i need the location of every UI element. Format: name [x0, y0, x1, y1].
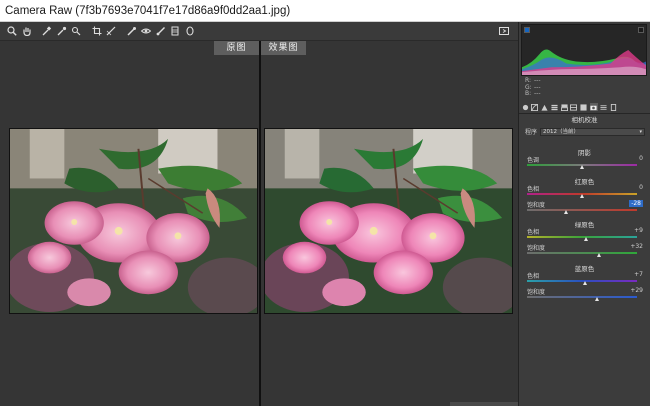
- split-toning-icon[interactable]: [560, 103, 568, 111]
- camera-calibration-icon[interactable]: [589, 103, 598, 111]
- after-photo: [264, 128, 513, 314]
- snapshots-icon[interactable]: [609, 103, 617, 111]
- slider-value[interactable]: +29: [630, 287, 643, 294]
- slider-value[interactable]: 0: [639, 155, 643, 162]
- process-row: 程序 2012（当前） ▾: [525, 127, 645, 136]
- basic-icon[interactable]: [521, 103, 529, 111]
- slider-thumb[interactable]: [595, 297, 600, 301]
- process-value: 2012（当前）: [543, 128, 580, 135]
- before-photo: [9, 128, 258, 314]
- detail-icon[interactable]: [541, 103, 549, 111]
- slider-thumb[interactable]: [597, 253, 602, 257]
- right-panel: R: --- G: --- B: --- 相机校准 程序 2012（当前） ▾ 阴影色…: [518, 22, 650, 406]
- zoom-icon[interactable]: [6, 25, 18, 37]
- histogram: [521, 24, 647, 76]
- hsl-icon[interactable]: [550, 103, 558, 111]
- panel-tabs: [521, 102, 647, 112]
- slider-value[interactable]: +32: [630, 243, 643, 250]
- slider-label: 饱和度: [527, 289, 546, 296]
- after-label[interactable]: 效果图: [261, 41, 306, 55]
- slider-row: 色相 0: [527, 184, 645, 200]
- after-pane: 效果图: [261, 41, 518, 406]
- slider-thumb[interactable]: [564, 210, 569, 214]
- targeted-adjustment-icon[interactable]: [70, 25, 82, 37]
- slider-row: 饱和度 -28: [527, 200, 645, 216]
- highlight-clipping-toggle[interactable]: [638, 27, 644, 33]
- white-balance-icon[interactable]: [41, 25, 53, 37]
- slider-value[interactable]: +7: [634, 271, 643, 278]
- slider-label: 色相: [527, 273, 540, 280]
- process-select[interactable]: 2012（当前） ▾: [540, 127, 645, 136]
- effects-icon[interactable]: [580, 103, 588, 111]
- slider-value[interactable]: -28: [629, 200, 643, 207]
- adjustment-brush-icon[interactable]: [155, 25, 167, 37]
- slider-track[interactable]: [527, 236, 637, 238]
- rgb-readout: R: --- G: --- B: ---: [525, 77, 541, 98]
- graduated-filter-icon[interactable]: [169, 25, 181, 37]
- shadow-clipping-toggle[interactable]: [524, 27, 530, 33]
- toolbar: [0, 22, 518, 41]
- slider-value[interactable]: 0: [639, 184, 643, 191]
- slider-thumb[interactable]: [579, 194, 584, 198]
- open-preferences-icon[interactable]: [498, 25, 510, 37]
- red-eye-icon[interactable]: [140, 25, 152, 37]
- tone-curve-icon[interactable]: [531, 103, 539, 111]
- status-strip: [450, 402, 518, 406]
- radial-filter-icon[interactable]: [184, 25, 196, 37]
- b-value: ---: [534, 90, 541, 97]
- before-pane: 原图: [0, 41, 259, 406]
- slider-track[interactable]: [527, 252, 637, 254]
- slider-row: 色调 0: [527, 155, 645, 171]
- presets-icon[interactable]: [599, 103, 607, 111]
- hand-icon[interactable]: [21, 25, 33, 37]
- slider-row: 饱和度 +32: [527, 243, 645, 259]
- window-title: Camera Raw (7f3b7693e7041f7e17d86a9f0dd2…: [5, 4, 291, 17]
- straighten-icon[interactable]: [105, 25, 117, 37]
- spot-removal-icon[interactable]: [126, 25, 138, 37]
- slider-label: 色相: [527, 229, 540, 236]
- slider-thumb[interactable]: [583, 281, 588, 285]
- color-sampler-icon[interactable]: [56, 25, 68, 37]
- title-bar: Camera Raw (7f3b7693e7041f7e17d86a9f0dd2…: [0, 0, 650, 22]
- preview-area: 原图 效果图: [0, 41, 518, 406]
- slider-label: 饱和度: [527, 245, 546, 252]
- slider-thumb[interactable]: [584, 237, 589, 241]
- slider-thumb[interactable]: [579, 165, 584, 169]
- chevron-down-icon: ▾: [639, 128, 642, 135]
- slider-row: 色相 +7: [527, 271, 645, 287]
- slider-value[interactable]: +9: [634, 227, 643, 234]
- before-label[interactable]: 原图: [214, 41, 259, 55]
- slider-label: 色相: [527, 186, 540, 193]
- process-label: 程序: [525, 129, 538, 136]
- panel-title: 相机校准: [571, 116, 598, 124]
- crop-icon[interactable]: [91, 25, 103, 37]
- slider-row: 饱和度 +29: [527, 287, 645, 303]
- slider-track[interactable]: [527, 209, 637, 211]
- slider-label: 饱和度: [527, 202, 546, 209]
- slider-track[interactable]: [527, 280, 637, 282]
- camera-raw-window: Camera Raw (7f3b7693e7041f7e17d86a9f0dd2…: [0, 0, 650, 406]
- slider-label: 色调: [527, 157, 540, 164]
- slider-track[interactable]: [527, 296, 637, 298]
- b-label: B:: [525, 90, 532, 97]
- slider-row: 色相 +9: [527, 227, 645, 243]
- lens-icon[interactable]: [570, 103, 578, 111]
